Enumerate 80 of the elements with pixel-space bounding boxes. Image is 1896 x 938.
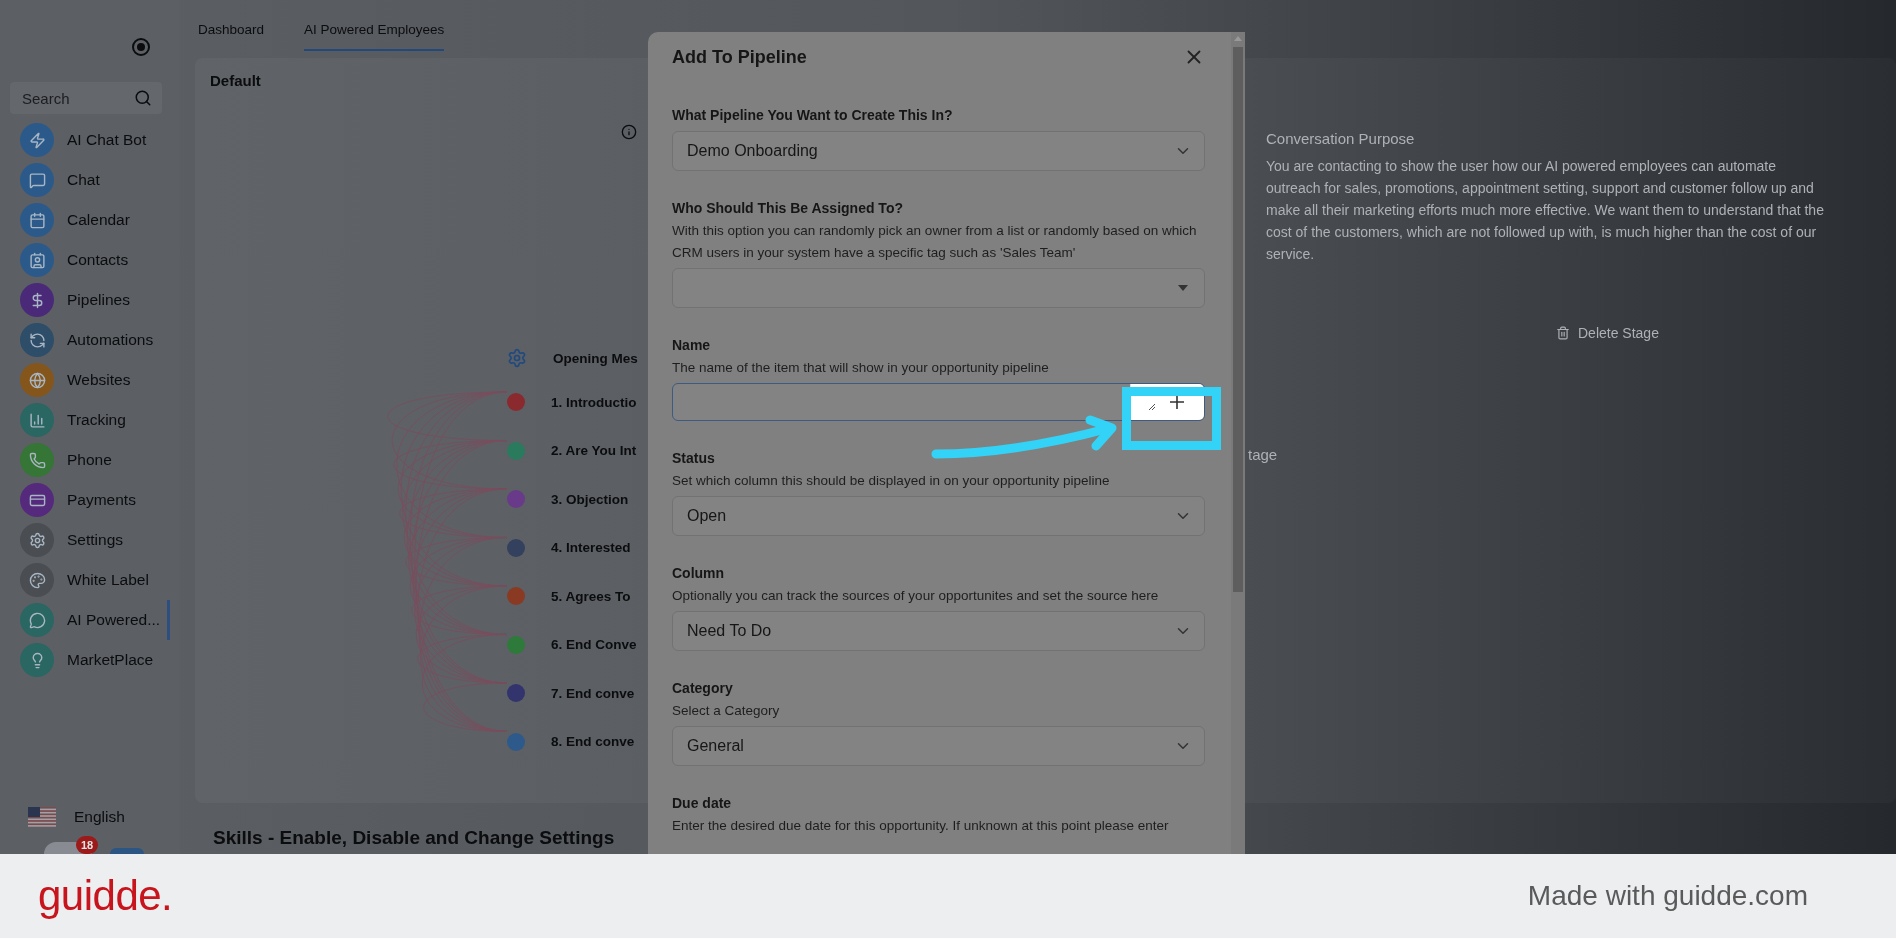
skills-heading: Skills - Enable, Disable and Change Settings (212, 826, 615, 849)
trash-icon (1556, 326, 1570, 340)
select-field[interactable]: Need To Do (672, 611, 1205, 651)
field-help-text: Set which column this should be displayed in on your opportunity pipeline (672, 472, 1111, 490)
sidebar-item[interactable]: AI Chat Bot (0, 120, 170, 160)
sidebar-item[interactable]: MarketPlace (0, 640, 170, 680)
flag-icon (28, 807, 56, 827)
field-help-text: Optionally you can track the sources of your opportunites and set the source here (672, 587, 1160, 605)
sidebar-item-label: Tracking (67, 411, 126, 429)
stage-label[interactable]: 3. Objection (551, 491, 629, 507)
field-label: Due date (672, 795, 733, 811)
field-help-text: The name of the item that will show in your opportunity pipeline (672, 359, 1050, 377)
sidebar-item[interactable]: Phone (0, 440, 170, 480)
stage-heading: tage (1248, 446, 1278, 463)
tab[interactable]: AI Powered Employees (304, 22, 445, 51)
stage-label: Opening Mes (553, 350, 638, 366)
sidebar-item-label: Automations (67, 331, 154, 349)
language-label[interactable]: English (74, 808, 125, 826)
sidebar-item-label: Pipelines (67, 291, 130, 309)
plus-icon (1170, 395, 1184, 409)
stage-label[interactable]: 5. Agrees To (551, 588, 631, 604)
radio-icon[interactable] (132, 38, 150, 56)
sidebar-item-label: Calendar (67, 211, 130, 229)
sidebar-item[interactable]: Payments (0, 480, 170, 520)
dialog-title: Add To Pipeline (672, 46, 807, 68)
sidebar-item[interactable]: Pipelines (0, 280, 170, 320)
search-bar[interactable]: Search (10, 82, 162, 114)
name-field[interactable] (672, 383, 1205, 421)
sidebar-item[interactable]: Tracking (0, 400, 170, 440)
field-help-text: Select a Category (672, 702, 781, 720)
conversation-purpose-title: Conversation Purpose (1266, 130, 1415, 147)
select-field[interactable] (672, 268, 1205, 308)
conversation-purpose-text: You are contacting to show the user how our AI powered employees can automate outreach for sales, promotions, appointment setting, support and customer follow up and make all their marketing efforts much more effective. We want them to understand that the cost of the customers, which are not followed up with, is much higher than the cost of our service. (1266, 157, 1825, 264)
credit-text: Made with guidde.com (1527, 880, 1808, 912)
stage-label[interactable]: 1. Introductio (551, 394, 637, 410)
sidebar-item[interactable]: AI Powered... (0, 600, 170, 640)
delete-stage-button[interactable]: Delete Stage (1556, 325, 1659, 341)
sidebar-item-label: Payments (67, 491, 136, 509)
field-label: Column (672, 565, 726, 581)
caret-icon (1178, 285, 1188, 291)
sidebar-item-label: Phone (67, 451, 112, 469)
stage-label[interactable]: 7. End conve (551, 685, 635, 701)
info-icon[interactable] (621, 124, 637, 140)
field-label: What Pipeline You Want to Create This In? (672, 107, 954, 123)
guidde-logo: guidde. (38, 872, 173, 920)
sidebar-item[interactable]: Websites (0, 360, 170, 400)
tab[interactable]: Dashboard (198, 22, 265, 51)
field-label: Status (672, 450, 716, 466)
stage-label[interactable]: 4. Interested (551, 540, 631, 556)
subtab[interactable]: Default (195, 58, 261, 89)
sidebar-item[interactable]: Contacts (0, 240, 170, 280)
sidebar-item-label: AI Chat Bot (67, 131, 147, 149)
stage-label[interactable]: 8. End conve (551, 734, 635, 750)
sidebar-item-label: Contacts (67, 251, 129, 269)
resize-grip-icon (1148, 403, 1156, 411)
sidebar-item-label: White Label (67, 571, 149, 589)
sidebar-item-label: Websites (67, 371, 131, 389)
stage-label[interactable]: 6. End Conve (551, 637, 637, 653)
sidebar-item-label: Chat (67, 171, 100, 189)
sidebar-item[interactable]: White Label (0, 560, 170, 600)
sidebar-item-label: Settings (67, 531, 123, 549)
sidebar-item-label: AI Powered... (67, 611, 161, 629)
sidebar-item[interactable]: Settings (0, 520, 170, 560)
sidebar-item[interactable]: Automations (0, 320, 170, 360)
scrollbar[interactable] (1231, 32, 1245, 854)
field-help-text: With this option you can randomly pick an owner from a list or randomly based on which CRM users in your system have a specific tag such as 'Sales Team' (672, 222, 1198, 262)
sidebar-item-label: MarketPlace (67, 651, 154, 669)
select-field[interactable]: Open (672, 496, 1205, 536)
field-label: Name (672, 337, 712, 353)
field-label: Category (672, 680, 734, 696)
notification-badge: 18 (76, 836, 98, 854)
search-icon (134, 89, 152, 107)
select-field[interactable]: Demo Onboarding (672, 131, 1205, 171)
field-help-text: Enter the desired due date for this opportunity. If unknown at this point please enter (672, 817, 1170, 835)
stage-label[interactable]: 2. Are You Int (551, 443, 637, 459)
sidebar-item[interactable]: Calendar (0, 200, 170, 240)
select-field[interactable]: General (672, 726, 1205, 766)
field-label: Who Should This Be Assigned To? (672, 200, 904, 216)
sidebar-item[interactable]: Chat (0, 160, 170, 200)
search-input[interactable]: Search (20, 88, 120, 108)
